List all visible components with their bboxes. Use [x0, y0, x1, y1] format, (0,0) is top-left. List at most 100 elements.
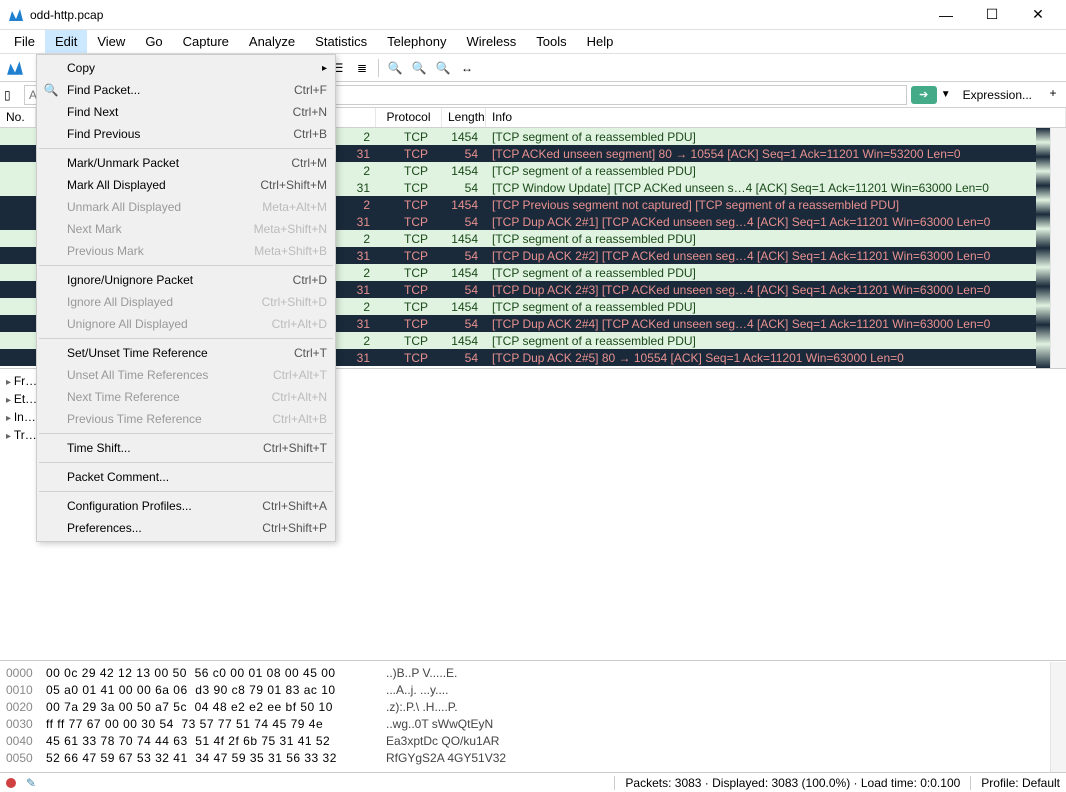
menu-telephony[interactable]: Telephony	[377, 30, 456, 53]
menu-item-preferences-[interactable]: Preferences...Ctrl+Shift+P	[37, 517, 335, 539]
menu-statistics[interactable]: Statistics	[305, 30, 377, 53]
zoom-reset-icon[interactable]: 🔍	[432, 57, 454, 79]
cell-length: 1454	[442, 164, 486, 178]
zoom-in-icon[interactable]: 🔍	[384, 57, 406, 79]
scrollbar[interactable]	[1050, 662, 1066, 772]
menu-go[interactable]: Go	[135, 30, 172, 53]
menu-help[interactable]: Help	[577, 30, 624, 53]
window-title: odd-http.pcap	[30, 8, 932, 22]
hex-addr: 0040	[6, 733, 46, 750]
column-header-protocol[interactable]: Protocol	[376, 108, 442, 127]
status-profile[interactable]: Profile: Default	[981, 776, 1060, 790]
cell-protocol: TCP	[376, 334, 442, 348]
menu-item-mark-unmark-packet[interactable]: Mark/Unmark PacketCtrl+M	[37, 152, 335, 174]
menu-item-time-shift-[interactable]: Time Shift... Ctrl+Shift+T	[37, 437, 335, 459]
packet-minimap[interactable]	[1036, 128, 1050, 368]
cell-protocol: TCP	[376, 300, 442, 314]
hex-row[interactable]: 000000 0c 29 42 12 13 00 50 56 c0 00 01 …	[6, 665, 1060, 682]
shortcut-label: Ctrl+Alt+B	[272, 412, 327, 426]
expert-info-icon[interactable]	[6, 778, 16, 788]
menu-item-packet-comment-[interactable]: Packet Comment...	[37, 466, 335, 488]
shortcut-label: Ctrl+Shift+T	[263, 441, 327, 455]
shortcut-label: Ctrl+Shift+P	[262, 521, 327, 535]
zoom-out-icon[interactable]: 🔍	[408, 57, 430, 79]
apply-filter-button[interactable]: ➔	[911, 86, 937, 104]
shortcut-label: Ctrl+F	[294, 83, 327, 97]
separator	[970, 776, 971, 790]
cell-info: [TCP segment of a reassembled PDU]	[486, 164, 1066, 178]
column-header-no[interactable]: No.	[0, 108, 36, 127]
menu-item-previous-time-reference: Previous Time Reference Ctrl+Alt+B	[37, 408, 335, 430]
bookmark-icon[interactable]: ▯	[4, 88, 20, 102]
cell-info: [TCP segment of a reassembled PDU]	[486, 300, 1066, 314]
shortcut-label: Meta+Shift+B	[254, 244, 327, 258]
menu-tools[interactable]: Tools	[526, 30, 576, 53]
separator	[39, 491, 333, 492]
cell-length: 54	[442, 181, 486, 195]
hex-bytes: 45 61 33 78 70 74 44 63 51 4f 2f 6b 75 3…	[46, 733, 386, 750]
scrollbar[interactable]	[1050, 128, 1066, 368]
wireshark-fin-icon	[6, 59, 24, 77]
column-header-info[interactable]: Info	[486, 108, 1066, 127]
hex-bytes: 00 0c 29 42 12 13 00 50 56 c0 00 01 08 0…	[46, 665, 386, 682]
layout-btn-3[interactable]: ≣	[351, 57, 373, 79]
close-button[interactable]: ✕	[1024, 5, 1052, 25]
menu-item-find-packet-[interactable]: 🔍Find Packet...Ctrl+F	[37, 79, 335, 101]
packet-bytes-pane[interactable]: 000000 0c 29 42 12 13 00 50 56 c0 00 01 …	[0, 660, 1066, 772]
separator	[39, 148, 333, 149]
shortcut-label: Meta+Shift+N	[254, 222, 327, 236]
hex-addr: 0000	[6, 665, 46, 682]
filter-dropdown-icon[interactable]: ▼	[941, 89, 951, 100]
hex-row[interactable]: 0030ff ff 77 67 00 00 30 54 73 57 77 51 …	[6, 716, 1060, 733]
menu-item-label: Previous Time Reference	[67, 412, 202, 426]
cell-protocol: TCP	[376, 181, 442, 195]
menu-item-find-previous[interactable]: Find PreviousCtrl+B	[37, 123, 335, 145]
menu-capture[interactable]: Capture	[173, 30, 239, 53]
cell-length: 54	[442, 283, 486, 297]
menu-wireless[interactable]: Wireless	[456, 30, 526, 53]
maximize-button[interactable]: ☐	[978, 5, 1006, 25]
menu-item-label: Previous Mark	[67, 244, 144, 258]
menu-item-ignore-unignore-packet[interactable]: Ignore/Unignore PacketCtrl+D	[37, 269, 335, 291]
menu-item-label: Unset All Time References	[67, 368, 208, 382]
menu-edit[interactable]: Edit	[45, 30, 87, 53]
menu-item-mark-all-displayed[interactable]: Mark All DisplayedCtrl+Shift+M	[37, 174, 335, 196]
hex-ascii: .z):.P.\ .H....P.	[386, 699, 458, 716]
status-packets: Packets: 3083 · Displayed: 3083 (100.0%)…	[625, 776, 960, 790]
menu-item-label: Ignore/Unignore Packet	[67, 273, 193, 287]
resize-columns-icon[interactable]: ↔	[456, 57, 478, 79]
menu-item-find-next[interactable]: Find NextCtrl+N	[37, 101, 335, 123]
menu-view[interactable]: View	[87, 30, 135, 53]
hex-bytes: 05 a0 01 41 00 00 6a 06 d3 90 c8 79 01 8…	[46, 682, 386, 699]
cell-length: 54	[442, 147, 486, 161]
menu-item-unmark-all-displayed: Unmark All DisplayedMeta+Alt+M	[37, 196, 335, 218]
expression-button[interactable]: Expression...	[955, 86, 1040, 104]
menu-item-label: Mark All Displayed	[67, 178, 166, 192]
minimize-button[interactable]: —	[932, 5, 960, 25]
hex-row[interactable]: 005052 66 47 59 67 53 32 41 34 47 59 35 …	[6, 750, 1060, 767]
hex-ascii: ..)B..P V.....E.	[386, 665, 457, 682]
capture-file-properties-icon[interactable]: ✎	[26, 776, 36, 790]
hex-row[interactable]: 002000 7a 29 3a 00 50 a7 5c 04 48 e2 e2 …	[6, 699, 1060, 716]
cell-protocol: TCP	[376, 317, 442, 331]
menu-item-label: Unignore All Displayed	[67, 317, 188, 331]
menu-item-set-unset-time-reference[interactable]: Set/Unset Time ReferenceCtrl+T	[37, 342, 335, 364]
separator	[39, 338, 333, 339]
menu-item-label: Mark/Unmark Packet	[67, 156, 179, 170]
menu-item-label: Time Shift...	[67, 441, 131, 455]
menu-item-copy[interactable]: Copy▸	[37, 57, 335, 79]
menu-item-label: Ignore All Displayed	[67, 295, 173, 309]
menu-file[interactable]: File	[4, 30, 45, 53]
cell-length: 54	[442, 317, 486, 331]
hex-row[interactable]: 004045 61 33 78 70 74 44 63 51 4f 2f 6b …	[6, 733, 1060, 750]
menu-item-configuration-profiles-[interactable]: Configuration Profiles...Ctrl+Shift+A	[37, 495, 335, 517]
menu-item-label: Find Previous	[67, 127, 140, 141]
column-header-length[interactable]: Length	[442, 108, 486, 127]
hex-addr: 0050	[6, 750, 46, 767]
add-filter-button[interactable]: +	[1044, 86, 1062, 104]
cell-length: 1454	[442, 266, 486, 280]
menu-analyze[interactable]: Analyze	[239, 30, 305, 53]
cell-protocol: TCP	[376, 147, 442, 161]
hex-bytes: 00 7a 29 3a 00 50 a7 5c 04 48 e2 e2 ee b…	[46, 699, 386, 716]
hex-row[interactable]: 001005 a0 01 41 00 00 6a 06 d3 90 c8 79 …	[6, 682, 1060, 699]
